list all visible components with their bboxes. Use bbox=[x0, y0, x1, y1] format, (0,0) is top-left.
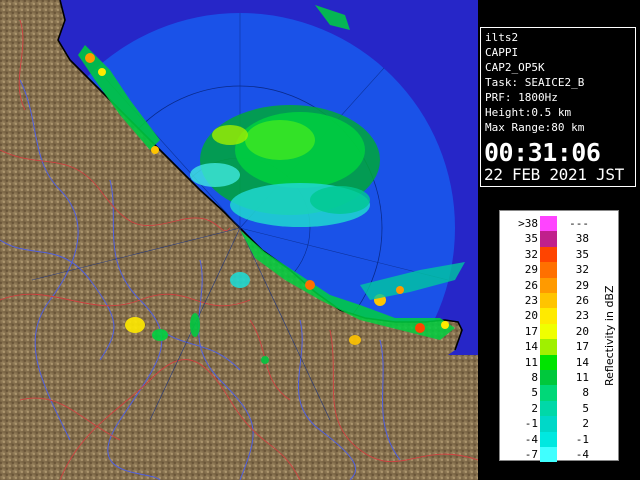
legend-row: 29 32 bbox=[500, 262, 618, 278]
reflectivity-legend: >38 --- 35 38 32 35 29 32 26 29 23 26 20 23 17 20 14 17 11… bbox=[499, 210, 619, 463]
legend-high-value: 32 bbox=[575, 263, 589, 277]
legend-row: 23 26 bbox=[500, 293, 618, 309]
legend-row: 8 11 bbox=[500, 370, 618, 386]
legend-low-value: -7 bbox=[524, 448, 538, 461]
task-label: Task: SEAICE2_B bbox=[485, 76, 585, 89]
legend-color-swatch bbox=[540, 277, 557, 293]
legend-low-value: 26 bbox=[524, 278, 538, 292]
site-name: ilts2 bbox=[485, 31, 519, 44]
legend-color-swatch bbox=[540, 447, 557, 463]
legend-high-value: 14 bbox=[575, 355, 589, 369]
legend-low-value: >38 bbox=[518, 217, 538, 230]
legend-high-value: 35 bbox=[575, 247, 589, 261]
legend-color-swatch bbox=[540, 339, 557, 355]
legend-low-value: 20 bbox=[524, 309, 538, 323]
legend-color-swatch bbox=[540, 246, 557, 263]
legend-row: 25 bbox=[500, 400, 618, 417]
legend-high-value: --- bbox=[569, 217, 589, 230]
radar-map bbox=[0, 0, 478, 480]
legend-high-value: 29 bbox=[575, 278, 589, 292]
legend-row: 32 35 bbox=[500, 246, 618, 263]
product-id: CAP2_OP5K bbox=[485, 61, 545, 74]
legend-color-swatch bbox=[540, 262, 557, 278]
legend-high-value: 20 bbox=[575, 324, 589, 338]
legend-high-value: 11 bbox=[575, 371, 589, 384]
legend-high-value: 8 bbox=[582, 386, 589, 400]
legend-row: 58 bbox=[500, 385, 618, 401]
legend-low-value: 23 bbox=[524, 294, 538, 307]
legend-low-value: 17 bbox=[524, 324, 538, 338]
legend-color-swatch bbox=[540, 323, 557, 340]
legend-color-swatch bbox=[540, 416, 557, 432]
observation-date: 22 FEB 2021 JST bbox=[484, 165, 624, 184]
legend-row: -7 -4 bbox=[500, 447, 618, 463]
height-label: Height:0.5 km bbox=[485, 106, 572, 119]
legend-low-value: 5 bbox=[531, 386, 538, 400]
product-name: CAPPI bbox=[485, 46, 519, 59]
legend-high-value: 5 bbox=[582, 401, 589, 415]
legend-low-value: -1 bbox=[524, 417, 538, 431]
legend-title: Reflectivity in dBZ bbox=[603, 285, 616, 387]
legend-row: -4 -1 bbox=[500, 431, 618, 447]
legend-row: 26 29 bbox=[500, 277, 618, 293]
legend-high-value: -1 bbox=[575, 432, 589, 446]
info-panel: ilts2 CAPPI CAP2_OP5K Task: SEAICE2_B PR… bbox=[480, 27, 636, 187]
legend-low-value: 2 bbox=[531, 401, 538, 415]
legend-low-value: 32 bbox=[524, 247, 538, 261]
legend-color-swatch bbox=[540, 370, 557, 386]
legend-color-swatch bbox=[540, 231, 557, 247]
legend-high-value: -4 bbox=[575, 448, 589, 461]
legend-row: >38 --- bbox=[500, 216, 618, 232]
legend-color-swatch bbox=[540, 431, 557, 447]
legend-high-value: 38 bbox=[575, 232, 589, 246]
legend-row: 35 38 bbox=[500, 231, 618, 247]
legend-low-value: 14 bbox=[524, 340, 538, 354]
legend-high-value: 26 bbox=[575, 294, 589, 307]
legend-high-value: 23 bbox=[575, 309, 589, 323]
legend-low-value: 35 bbox=[524, 232, 538, 246]
legend-row: 20 23 bbox=[500, 308, 618, 324]
observation-time: 00:31:06 bbox=[484, 138, 601, 167]
legend-row: -1 2 bbox=[500, 416, 618, 432]
legend-color-swatch bbox=[540, 293, 557, 309]
legend-color-swatch bbox=[540, 216, 557, 232]
legend-row: 11 14 bbox=[500, 354, 618, 370]
prf-label: PRF: 1800Hz bbox=[485, 91, 558, 104]
legend-color-swatch bbox=[540, 385, 557, 401]
legend-low-value: 29 bbox=[524, 263, 538, 277]
legend-color-swatch bbox=[540, 354, 557, 370]
legend-color-swatch bbox=[540, 400, 557, 417]
legend-high-value: 2 bbox=[582, 417, 589, 431]
legend-row: 14 17 bbox=[500, 339, 618, 355]
legend-row: 17 20 bbox=[500, 323, 618, 340]
legend-color-swatch bbox=[540, 308, 557, 324]
legend-low-value: 11 bbox=[524, 355, 538, 369]
max-range-label: Max Range:80 km bbox=[485, 121, 585, 134]
legend-high-value: 17 bbox=[575, 340, 589, 354]
legend-low-value: -4 bbox=[524, 432, 538, 446]
legend-low-value: 8 bbox=[531, 371, 538, 384]
